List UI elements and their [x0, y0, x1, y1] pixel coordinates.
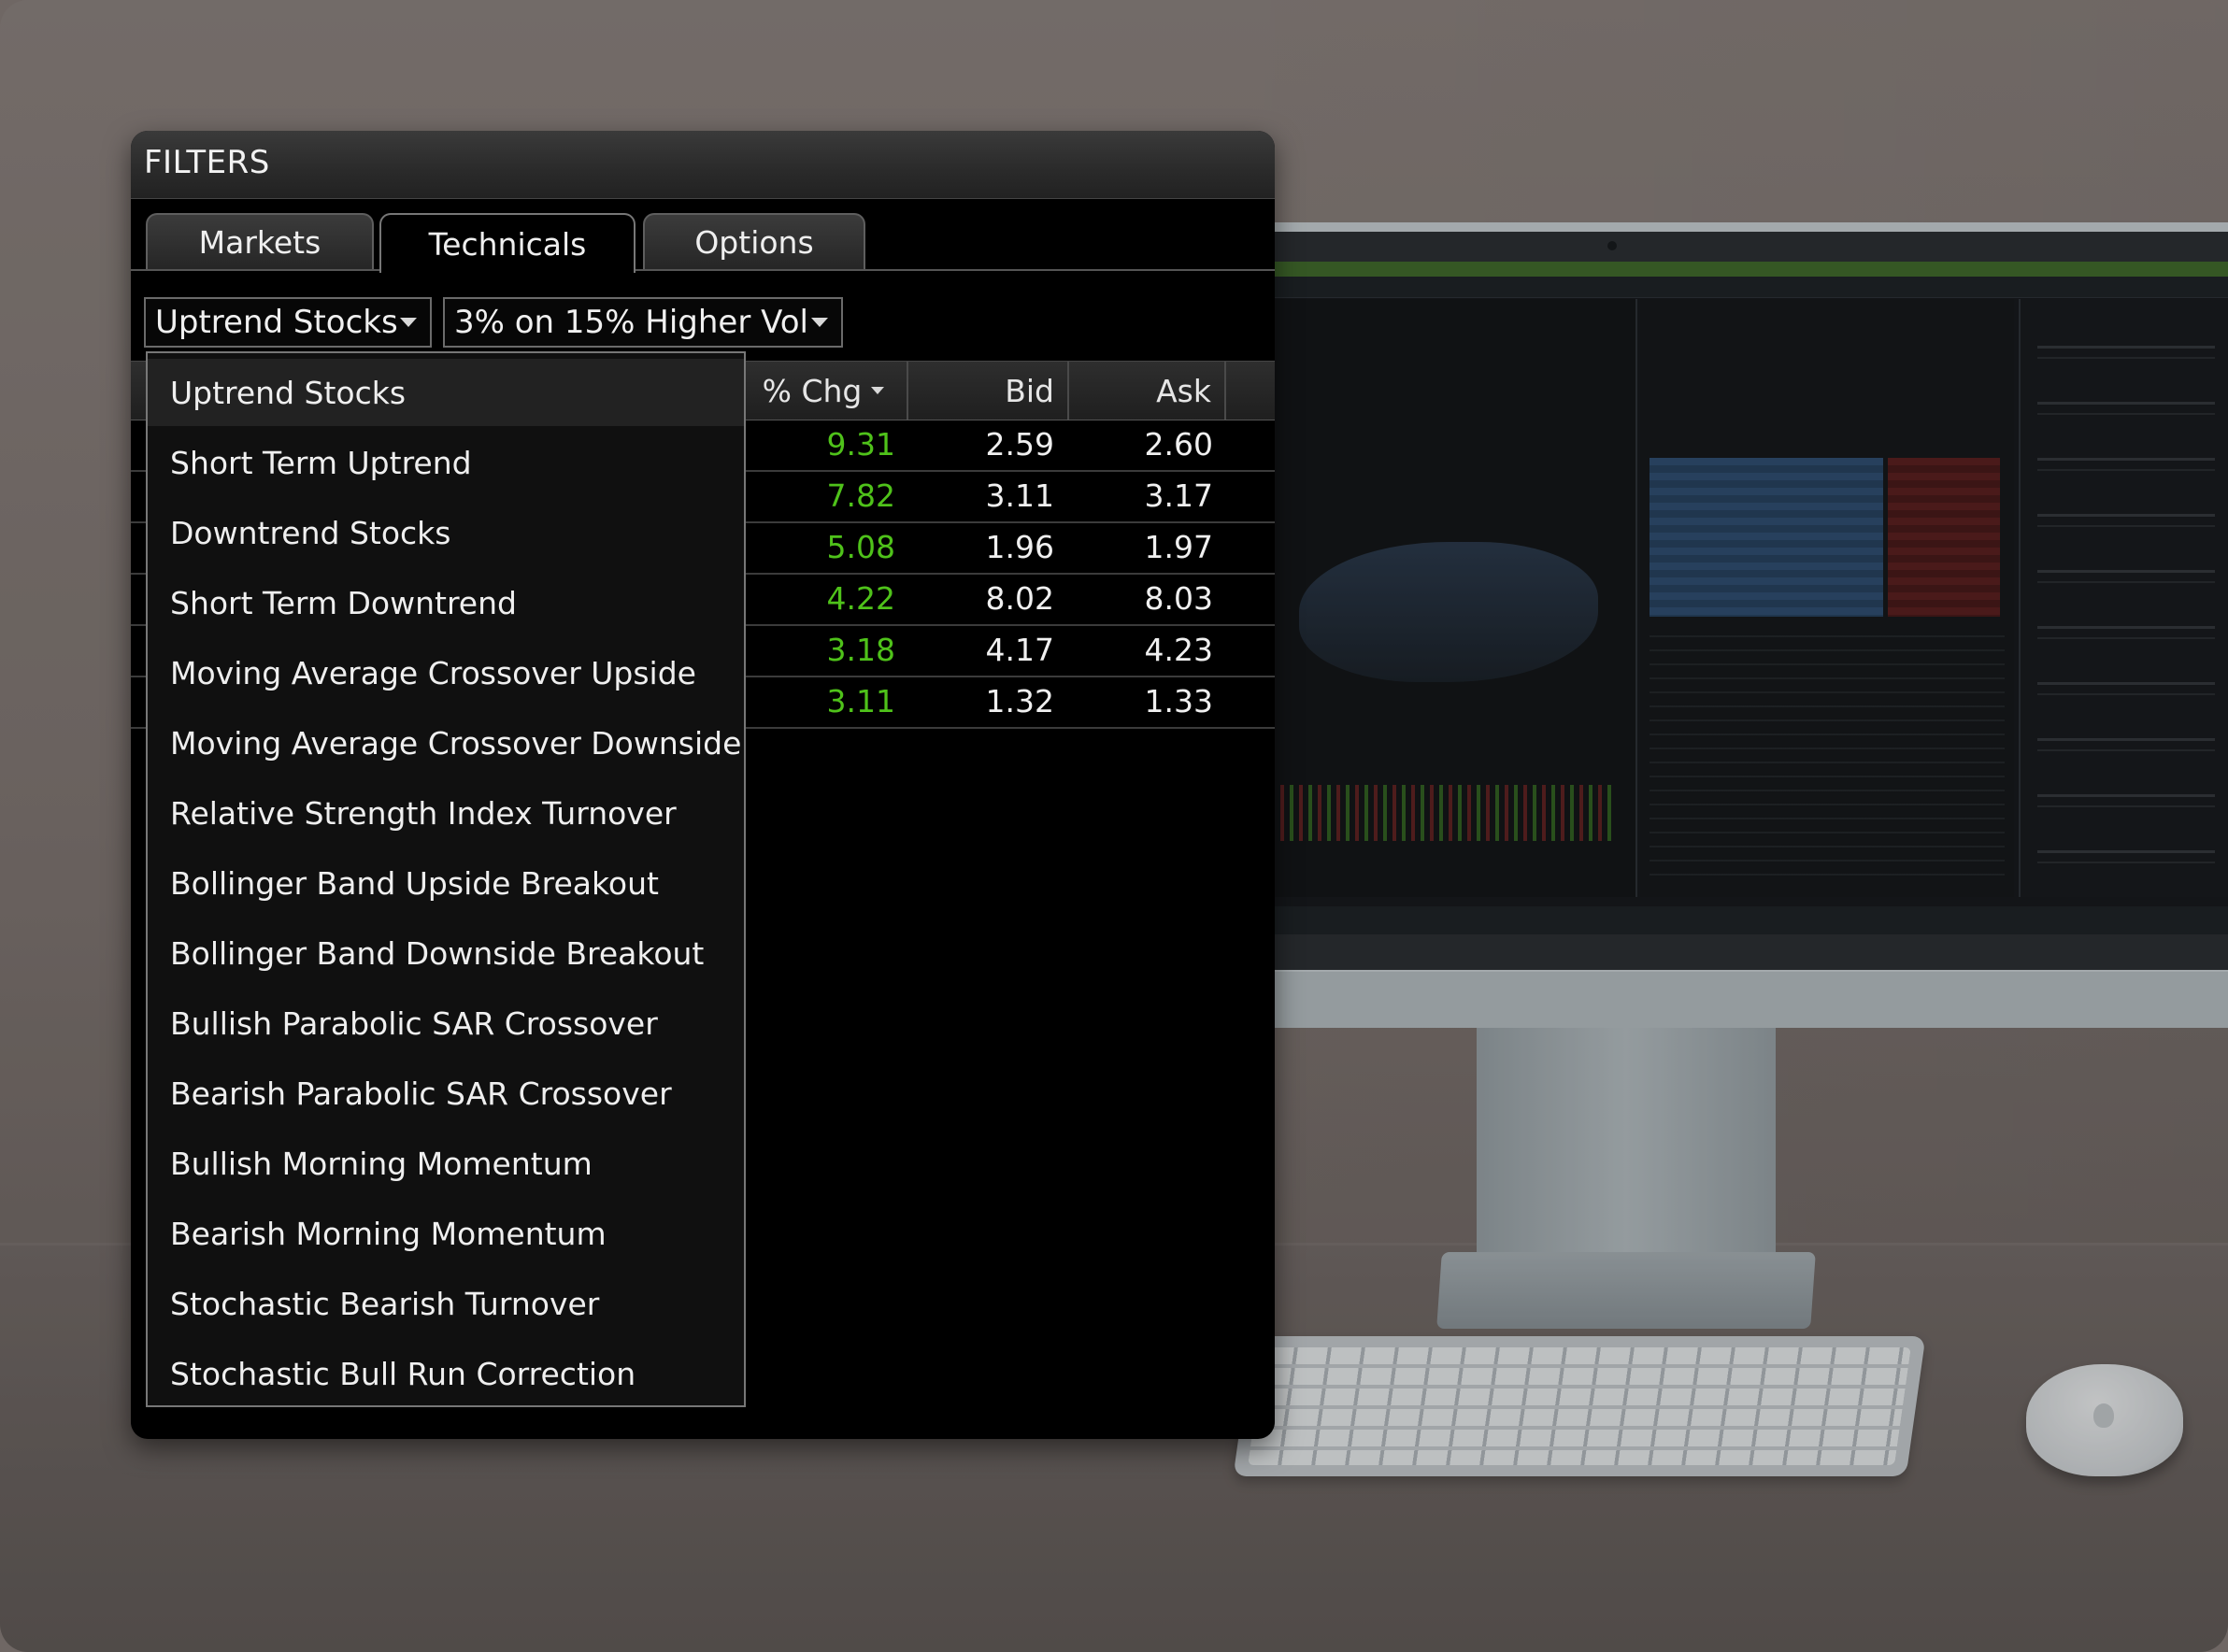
cell-pct-change: 7.82	[826, 477, 895, 514]
filters-header: FILTERS	[131, 131, 1275, 199]
screen-level2-asks	[1888, 458, 2000, 617]
monitor-stand-base	[1436, 1252, 1816, 1329]
cell-ask: 4.23	[1144, 632, 1213, 668]
cell-pct-change: 9.31	[826, 426, 895, 463]
monitor-screen	[1271, 262, 2228, 934]
screen-nav	[1271, 277, 2228, 298]
mouse	[2026, 1364, 2183, 1476]
tab-technicals[interactable]: Technicals	[379, 213, 636, 273]
cell-bid: 8.02	[985, 580, 1054, 617]
volume-filter-value: 3% on 15% Higher Vol	[454, 304, 808, 341]
column-header-label: Ask	[1156, 372, 1211, 409]
screen-alerts-list	[2037, 346, 2215, 869]
cell-pct-change: 4.22	[826, 580, 895, 617]
camera-icon	[1607, 241, 1617, 250]
cell-bid: 1.96	[985, 529, 1054, 565]
cell-ask: 8.03	[1144, 580, 1213, 617]
cell-pct-change: 5.08	[826, 529, 895, 565]
screen-volume-bars	[1280, 785, 1617, 841]
dropdown-option[interactable]: Bullish Parabolic SAR Crossover	[148, 990, 744, 1057]
chevron-down-icon	[400, 318, 417, 327]
screen-level2-bids	[1650, 458, 1883, 617]
dropdown-option[interactable]: Bearish Morning Momentum	[148, 1200, 744, 1267]
screen-topbar	[1271, 262, 2228, 277]
keyboard	[1233, 1336, 1926, 1476]
cell-ask: 3.17	[1144, 477, 1213, 514]
cell-ask: 1.33	[1144, 683, 1213, 719]
cell-ask: 2.60	[1144, 426, 1213, 463]
cell-bid: 2.59	[985, 426, 1054, 463]
cell-bid: 4.17	[985, 632, 1054, 668]
column-header-label: % Chg	[762, 372, 863, 409]
column-header-pct-change[interactable]: % Chg	[738, 362, 907, 420]
dropdown-option[interactable]: Bollinger Band Downside Breakout	[148, 919, 744, 987]
dropdown-option[interactable]: Uptrend Stocks	[148, 359, 744, 426]
screen-statusbar	[1271, 906, 2228, 934]
technical-filter-dropdown: Uptrend Stocks Short Term Uptrend Downtr…	[146, 351, 746, 1407]
dropdown-option[interactable]: Bearish Parabolic SAR Crossover	[148, 1060, 744, 1127]
screen-positions	[1650, 635, 2005, 878]
keyboard-keys	[1248, 1347, 1911, 1465]
column-header-ask[interactable]: Ask	[1067, 362, 1226, 420]
column-header-label: Bid	[1005, 372, 1054, 409]
dropdown-option[interactable]: Short Term Uptrend	[148, 429, 744, 496]
dropdown-option[interactable]: Stochastic Bearish Turnover	[148, 1270, 744, 1337]
apple-logo-icon	[2093, 1403, 2114, 1428]
volume-filter-select[interactable]: 3% on 15% Higher Vol	[443, 297, 843, 348]
cell-bid: 1.32	[985, 683, 1054, 719]
monitor-stand	[1477, 1028, 1776, 1261]
dropdown-option[interactable]: Relative Strength Index Turnover	[148, 779, 744, 847]
dropdown-option[interactable]: Moving Average Crossover Downside	[148, 709, 744, 776]
dropdown-option[interactable]: Downtrend Stocks	[148, 499, 744, 566]
cell-bid: 3.11	[985, 477, 1054, 514]
filters-panel: FILTERS Markets Technicals Options Uptre…	[131, 131, 1275, 1439]
chevron-down-icon	[811, 318, 828, 327]
dropdown-option[interactable]: Moving Average Crossover Upside	[148, 639, 744, 706]
filters-tabs: Markets Technicals Options	[131, 202, 1275, 273]
monitor-chin	[1252, 972, 2228, 1028]
tab-markets[interactable]: Markets	[146, 213, 374, 269]
column-header-bid[interactable]: Bid	[907, 362, 1067, 420]
tab-options[interactable]: Options	[643, 213, 865, 269]
dropdown-option[interactable]: Bollinger Band Upside Breakout	[148, 849, 744, 917]
dropdown-option[interactable]: Short Term Downtrend	[148, 569, 744, 636]
technical-filter-value: Uptrend Stocks	[155, 304, 398, 341]
cell-pct-change: 3.18	[826, 632, 895, 668]
filters-title: FILTERS	[144, 144, 270, 181]
cell-ask: 1.97	[1144, 529, 1213, 565]
cell-pct-change: 3.11	[826, 683, 895, 719]
technical-filter-select[interactable]: Uptrend Stocks	[144, 297, 432, 348]
screen-chart-band	[1299, 542, 1598, 682]
dropdown-option[interactable]: Stochastic Bull Run Correction	[148, 1340, 744, 1407]
dropdown-option[interactable]: Bullish Morning Momentum	[148, 1130, 744, 1197]
sort-down-icon	[871, 387, 885, 394]
